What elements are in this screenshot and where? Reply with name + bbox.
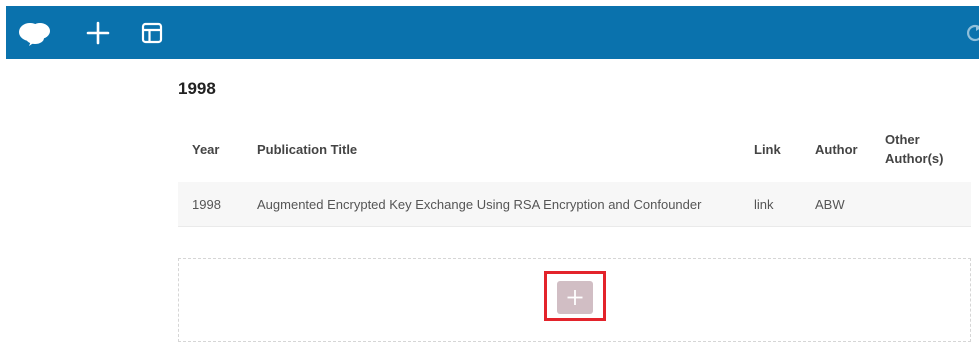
refresh-icon[interactable]: [964, 19, 979, 47]
cell-year: 1998: [178, 182, 257, 227]
section-title: 1998: [178, 79, 216, 98]
table-header-row: Year Publication Title Link Author Other…: [178, 116, 971, 182]
cell-publication-title: Augmented Encrypted Key Exchange Using R…: [257, 182, 754, 227]
publications-table: Year Publication Title Link Author Other…: [178, 116, 971, 227]
table-row: 1998 Augmented Encrypted Key Exchange Us…: [178, 182, 971, 227]
add-block-button[interactable]: [557, 281, 593, 314]
column-header-author: Author: [815, 141, 858, 157]
column-header-other-authors-line1: Other: [885, 132, 920, 147]
column-header-publication-title: Publication Title: [257, 141, 358, 157]
cell-author: ABW: [815, 182, 885, 227]
cell-other-authors: [885, 182, 971, 227]
plus-icon: [567, 290, 583, 305]
column-header-link: Link: [754, 141, 781, 157]
top-toolbar: [6, 6, 979, 59]
layout-icon[interactable]: [138, 19, 166, 47]
cell-link[interactable]: link: [754, 182, 815, 227]
cloud-logo-icon[interactable]: [18, 19, 52, 47]
column-header-year: Year: [192, 141, 220, 157]
column-header-other-authors: Other Author(s): [885, 116, 971, 182]
add-icon[interactable]: [84, 19, 112, 47]
column-header-other-authors-line2: Author(s): [885, 151, 944, 166]
